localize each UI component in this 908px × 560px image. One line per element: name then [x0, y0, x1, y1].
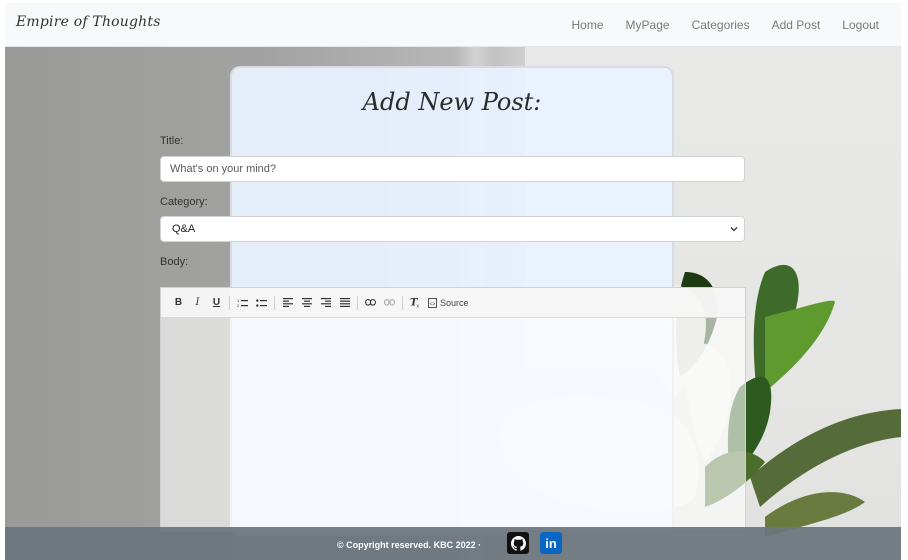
align-left-icon — [282, 298, 293, 307]
editor-content-area[interactable] — [161, 318, 745, 531]
align-center-button[interactable] — [297, 293, 316, 312]
nav-links: Home MyPage Categories Add Post Logout — [572, 3, 901, 47]
unlink-icon — [384, 299, 395, 306]
italic-button[interactable]: I — [188, 293, 207, 312]
github-icon[interactable] — [507, 532, 529, 554]
toolbar-separator — [357, 295, 358, 310]
linkedin-icon[interactable]: in — [540, 532, 562, 554]
nav-logout[interactable]: Logout — [842, 18, 879, 32]
github-logo — [510, 535, 526, 551]
nav-categories[interactable]: Categories — [692, 18, 750, 32]
nav-home[interactable]: Home — [572, 18, 604, 32]
toolbar-separator — [229, 295, 230, 310]
nav-mypage[interactable]: MyPage — [626, 18, 670, 32]
bulleted-list-icon — [256, 298, 267, 307]
nav-add-post[interactable]: Add Post — [772, 18, 821, 32]
editor-toolbar: B I U 12 Tx <> Source — [161, 288, 745, 318]
link-button[interactable] — [361, 293, 380, 312]
body-label: Body: — [160, 256, 189, 268]
justify-icon — [339, 298, 350, 307]
navbar: Empire of Thoughts Home MyPage Categorie… — [5, 3, 901, 47]
align-center-icon — [301, 298, 312, 307]
bulleted-list-button[interactable] — [252, 293, 271, 312]
justify-button[interactable] — [335, 293, 354, 312]
align-right-button[interactable] — [316, 293, 335, 312]
category-select[interactable]: Q&A — [160, 216, 745, 242]
rich-text-editor: B I U 12 Tx <> Source — [160, 287, 746, 532]
title-label: Title: — [160, 135, 184, 147]
title-input[interactable]: What's on your mind? — [160, 156, 745, 182]
align-left-button[interactable] — [278, 293, 297, 312]
category-selected-value: Q&A — [172, 223, 196, 235]
remove-format-button[interactable]: Tx — [406, 293, 425, 312]
category-label: Category: — [160, 196, 208, 208]
underline-button[interactable]: U — [207, 293, 226, 312]
remove-format-icon: Tx — [410, 298, 420, 309]
source-button[interactable]: <> Source — [428, 298, 469, 308]
bold-button[interactable]: B — [169, 293, 188, 312]
page-title: Add New Post: — [362, 88, 542, 116]
numbered-list-button[interactable]: 12 — [233, 293, 252, 312]
source-label: Source — [440, 297, 469, 308]
brand-logo[interactable]: Empire of Thoughts — [16, 14, 161, 30]
toolbar-separator — [274, 295, 275, 310]
footer: © Copyright reserved. KBC 2022 · in — [5, 527, 901, 560]
link-icon — [365, 299, 376, 306]
source-icon: <> — [428, 297, 437, 308]
numbered-list-icon: 12 — [237, 298, 248, 308]
toolbar-separator — [402, 295, 403, 310]
svg-text:<>: <> — [430, 301, 436, 307]
chevron-down-icon — [730, 227, 738, 232]
align-right-icon — [320, 298, 331, 307]
copyright-text: © Copyright reserved. KBC 2022 · — [337, 540, 482, 550]
unlink-button[interactable] — [380, 293, 399, 312]
svg-text:2: 2 — [237, 303, 240, 308]
svg-text:x: x — [417, 304, 420, 309]
